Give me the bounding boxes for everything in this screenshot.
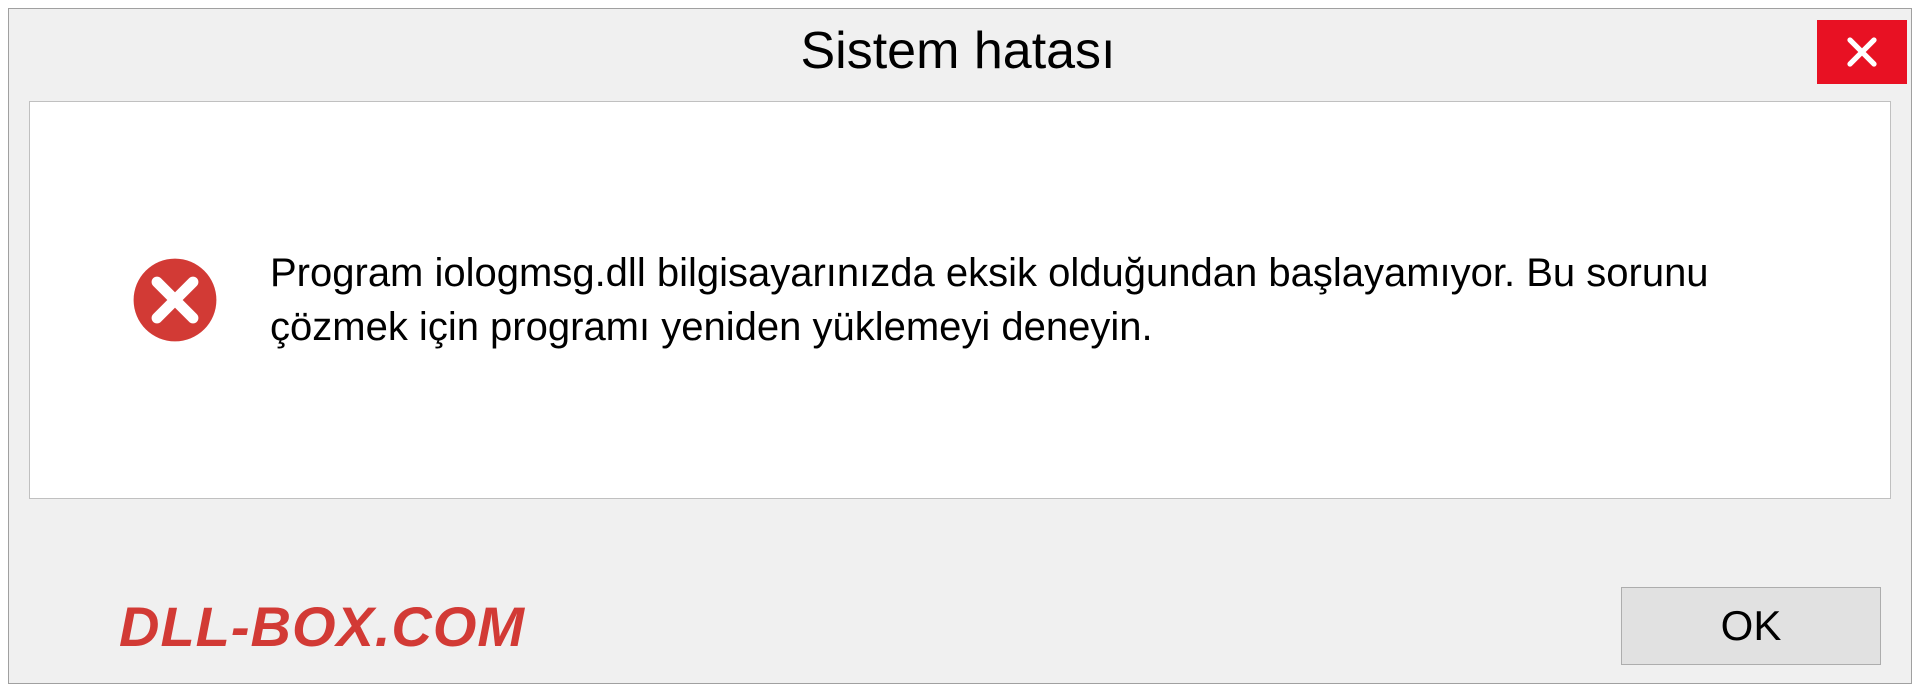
close-icon [1844,34,1880,70]
watermark-text: DLL-BOX.COM [119,594,525,659]
error-dialog: Sistem hatası Program iologmsg.dll bilgi… [8,8,1912,684]
error-message: Program iologmsg.dll bilgisayarınızda ek… [270,246,1830,354]
ok-button[interactable]: OK [1621,587,1881,665]
close-button[interactable] [1817,20,1907,84]
error-icon [130,255,220,345]
content-area: Program iologmsg.dll bilgisayarınızda ek… [29,101,1891,499]
dialog-title: Sistem hatası [9,21,1817,81]
dialog-footer: DLL-BOX.COM OK [9,587,1911,665]
titlebar: Sistem hatası [9,9,1911,93]
